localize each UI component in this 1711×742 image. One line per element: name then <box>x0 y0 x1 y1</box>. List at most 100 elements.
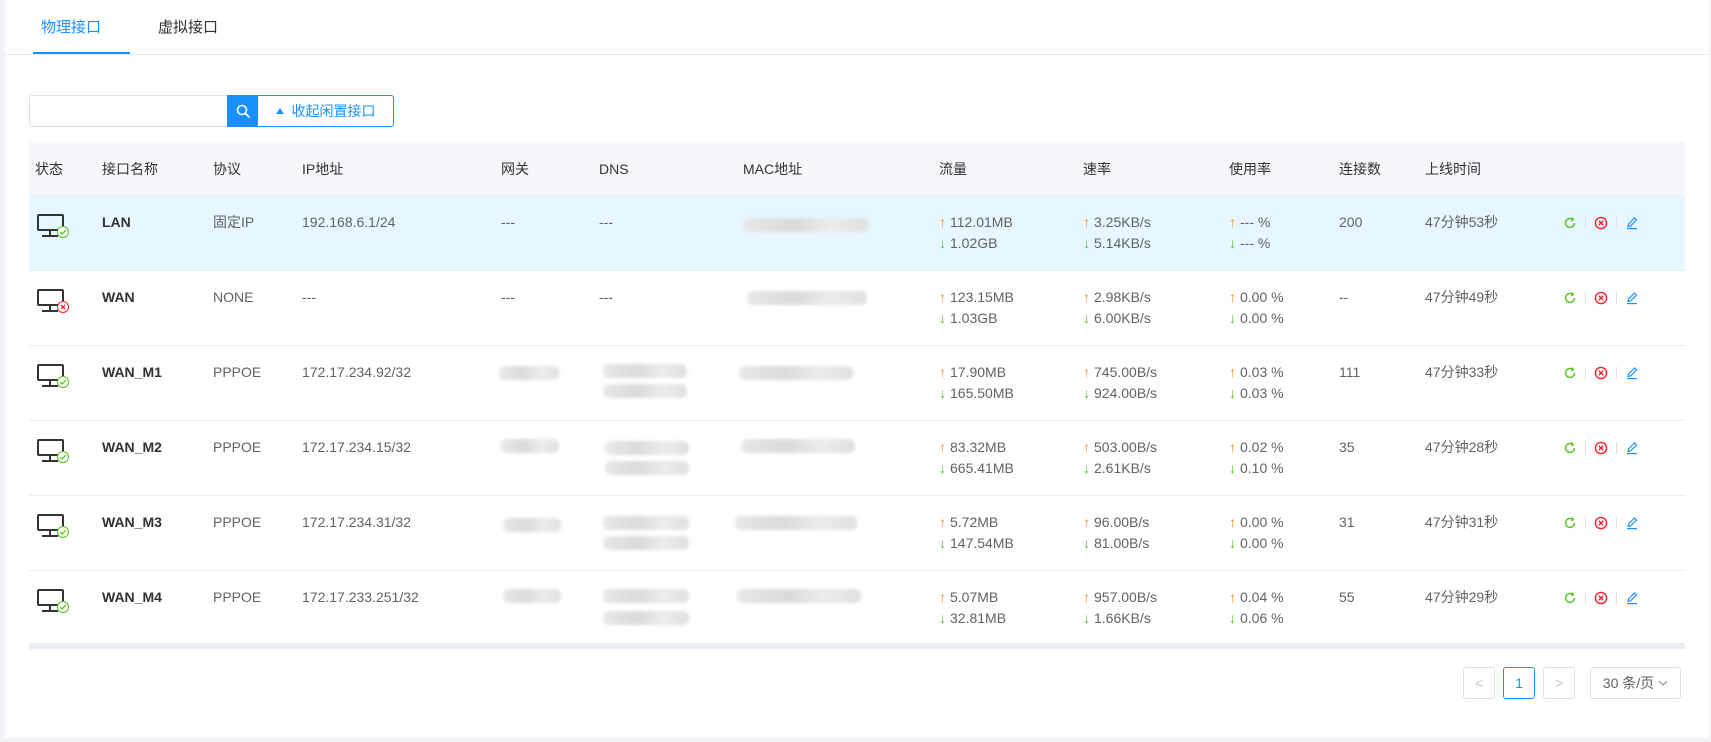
header-col-rate: 速率 <box>1083 161 1111 177</box>
tab-physical-interfaces[interactable]: 物理接口 <box>41 0 101 55</box>
interface-name: WAN_M1 <box>102 364 162 380</box>
redacted-value <box>603 589 689 603</box>
arrow-down-icon: ↓ <box>939 235 946 251</box>
action-divider <box>1585 367 1586 379</box>
table-row[interactable]: WAN NONE --- --- --- ↑ 123.15MB ↓ 1.03GB ↑… <box>29 271 1685 346</box>
arrow-down-icon: ↓ <box>1229 460 1236 476</box>
action-divider <box>1616 592 1617 604</box>
caret-up-icon <box>275 108 284 114</box>
table-header: 状态 接口名称 协议 IP地址 网关 DNS MAC地址 流量 速率 使用率 连接数 上线时间 <box>29 142 1685 196</box>
table-row[interactable]: WAN_M4 PPPOE 172.17.233.251/32 ↑ 5.07MB ↓… <box>29 571 1685 646</box>
usage: ↑ 0.00 % ↓ 0.00 % <box>1229 287 1284 329</box>
rate-up: 957.00B/s <box>1094 589 1158 605</box>
edit-icon[interactable] <box>1623 439 1641 457</box>
uptime: 47分钟31秒 <box>1425 514 1499 530</box>
rate: ↑ 503.00B/s ↓ 2.61KB/s <box>1083 437 1157 479</box>
close-circle-icon[interactable] <box>1592 589 1610 607</box>
traffic: ↑ 5.07MB ↓ 32.81MB <box>939 587 1006 629</box>
protocol: PPPOE <box>213 514 262 530</box>
edit-icon[interactable] <box>1623 289 1641 307</box>
page-size-value: 30 条/页 <box>1602 675 1655 691</box>
interface-name: WAN <box>102 289 135 305</box>
table-body: LAN 固定IP 192.168.6.1/24 --- --- ↑ 112.01M… <box>29 196 1685 646</box>
arrow-up-icon: ↑ <box>1229 439 1236 455</box>
table-row[interactable]: WAN_M3 PPPOE 172.17.234.31/32 ↑ 5.72MB ↓ 1… <box>29 496 1685 571</box>
redacted-value <box>603 611 689 625</box>
arrow-up-icon: ↑ <box>1229 514 1236 530</box>
pagination-next-button[interactable]: > <box>1543 667 1575 699</box>
redacted-value <box>603 536 689 550</box>
connections: 31 <box>1339 514 1355 530</box>
rate-up: 3.25KB/s <box>1094 214 1151 230</box>
pagination-page-1[interactable]: 1 <box>1503 667 1535 699</box>
close-circle-icon[interactable] <box>1592 439 1610 457</box>
header-col-uptime: 上线时间 <box>1425 161 1481 177</box>
header-col-ip: IP地址 <box>302 161 344 177</box>
traffic-up: 83.32MB <box>950 439 1007 455</box>
collapse-idle-label: 收起闲置接口 <box>291 103 376 119</box>
arrow-down-icon: ↓ <box>1229 235 1236 251</box>
status-ok-icon <box>57 451 69 463</box>
traffic-down: 1.02GB <box>950 235 998 251</box>
status-indicator <box>35 360 71 392</box>
collapse-idle-interfaces-button[interactable]: 收起闲置接口 <box>258 95 394 127</box>
usage-down: 0.00 % <box>1240 310 1284 326</box>
refresh-icon[interactable] <box>1561 439 1579 457</box>
edit-icon[interactable] <box>1623 589 1641 607</box>
close-circle-icon[interactable] <box>1592 364 1610 382</box>
arrow-down-icon: ↓ <box>939 610 946 626</box>
edit-icon[interactable] <box>1623 364 1641 382</box>
arrow-up-icon: ↑ <box>939 289 946 305</box>
traffic: ↑ 83.32MB ↓ 665.41MB <box>939 437 1014 479</box>
search-button[interactable] <box>227 95 258 127</box>
rate: ↑ 96.00B/s ↓ 81.00B/s <box>1083 512 1149 554</box>
table-row[interactable]: WAN_M1 PPPOE 172.17.234.92/32 ↑ 17.90MB ↓… <box>29 346 1685 421</box>
ip-address: --- <box>302 289 316 305</box>
header-col-connections: 连接数 <box>1339 161 1381 177</box>
table-row[interactable]: WAN_M2 PPPOE 172.17.234.15/32 ↑ 83.32MB ↓… <box>29 421 1685 496</box>
arrow-down-icon: ↓ <box>939 460 946 476</box>
tab-bar: 物理接口 虚拟接口 <box>5 0 1709 55</box>
close-circle-icon[interactable] <box>1592 514 1610 532</box>
search-input[interactable] <box>29 95 227 127</box>
pagination-prev-button[interactable]: < <box>1463 667 1495 699</box>
redacted-value <box>743 218 869 232</box>
protocol: PPPOE <box>213 439 262 455</box>
arrow-down-icon: ↓ <box>939 310 946 326</box>
redacted-value <box>499 366 559 380</box>
page-size-select[interactable]: 30 条/页 <box>1590 667 1681 699</box>
table-row[interactable]: LAN 固定IP 192.168.6.1/24 --- --- ↑ 112.01M… <box>29 196 1685 271</box>
arrow-up-icon: ↑ <box>1083 364 1090 380</box>
header-col-gateway: 网关 <box>501 161 529 177</box>
close-circle-icon[interactable] <box>1592 289 1610 307</box>
traffic-up: 123.15MB <box>950 289 1014 305</box>
connections: 35 <box>1339 439 1355 455</box>
status-indicator <box>35 285 71 317</box>
edit-icon[interactable] <box>1623 514 1641 532</box>
refresh-icon[interactable] <box>1561 214 1579 232</box>
close-circle-icon[interactable] <box>1592 214 1610 232</box>
arrow-up-icon: ↑ <box>939 589 946 605</box>
tab-virtual-interfaces[interactable]: 虚拟接口 <box>158 0 218 55</box>
redacted-value <box>741 439 855 453</box>
refresh-icon[interactable] <box>1561 514 1579 532</box>
refresh-icon[interactable] <box>1561 364 1579 382</box>
row-actions <box>1561 364 1641 382</box>
redacted-value <box>739 366 853 380</box>
protocol: PPPOE <box>213 364 262 380</box>
row-actions <box>1561 514 1641 532</box>
dns: --- <box>599 214 613 230</box>
traffic-down: 1.03GB <box>950 310 998 326</box>
refresh-icon[interactable] <box>1561 589 1579 607</box>
usage-up: --- % <box>1240 214 1271 230</box>
protocol: 固定IP <box>213 214 255 230</box>
rate-down: 81.00B/s <box>1094 535 1150 551</box>
redacted-value <box>737 589 861 603</box>
rate-down: 5.14KB/s <box>1094 235 1151 251</box>
redacted-value <box>603 364 687 378</box>
edit-icon[interactable] <box>1623 214 1641 232</box>
table-horizontal-scrollbar[interactable] <box>29 643 1685 649</box>
redacted-value <box>603 516 689 530</box>
refresh-icon[interactable] <box>1561 289 1579 307</box>
status-error-icon <box>57 301 69 313</box>
